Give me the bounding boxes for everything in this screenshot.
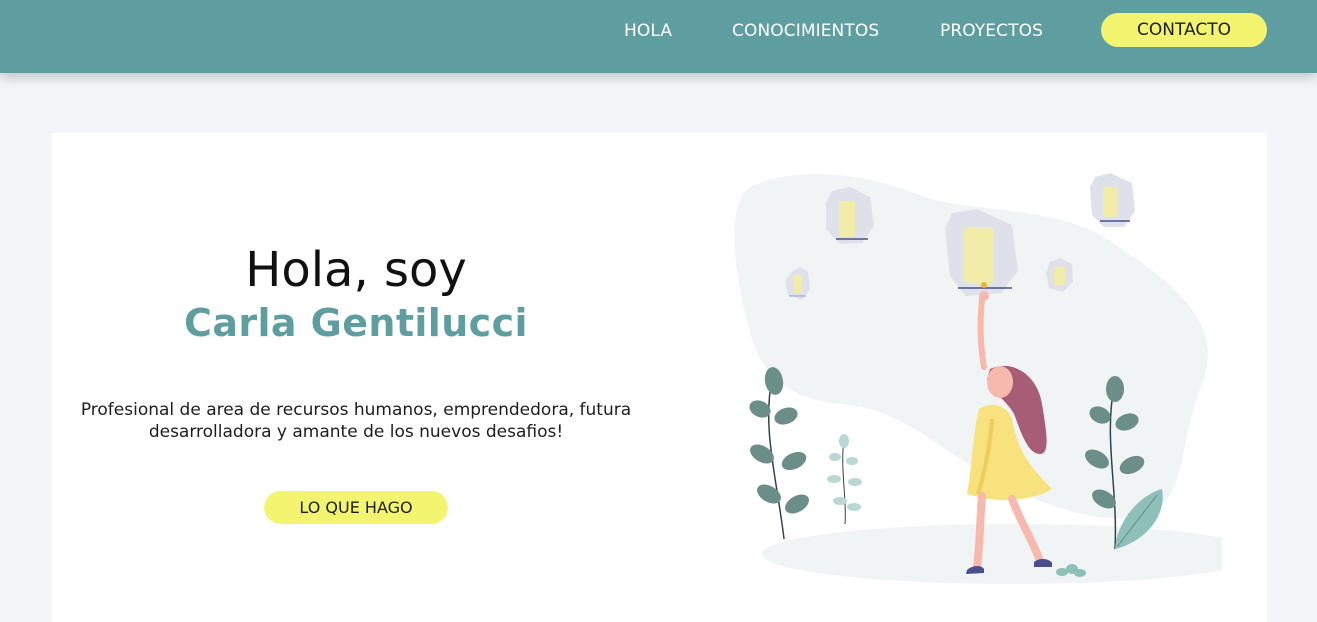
hero-description-line-1: Profesional de area de recursos humanos,…: [80, 400, 632, 420]
hero-text-section: Hola, soy Carla Gentilucci Profesional d…: [52, 133, 660, 622]
hero-card: Hola, soy Carla Gentilucci Profesional d…: [52, 133, 1267, 622]
hero-name: Carla Gentilucci: [184, 301, 528, 345]
woman-with-lanterns-illustration: [722, 169, 1262, 599]
illustration-svg: [734, 173, 1262, 584]
lantern-left: [826, 187, 874, 244]
hero-greeting: Hola, soy: [245, 242, 467, 298]
nav-link-proyectos[interactable]: PROYECTOS: [940, 20, 1043, 42]
top-navbar: HOLA CONOCIMIENTOS PROYECTOS CONTACTO: [0, 0, 1317, 73]
lantern-right: [1090, 173, 1135, 227]
hero-description-line-2: desarrolladora y amante de los nuevos de…: [148, 422, 564, 442]
nav-contact-button[interactable]: CONTACTO: [1101, 13, 1267, 47]
hero-description: Profesional de area de recursos humanos,…: [52, 399, 660, 443]
plant-small-left: [827, 434, 862, 525]
nav-link-hola[interactable]: HOLA: [624, 20, 672, 42]
ground-shadow: [762, 524, 1262, 584]
nav-link-conocimientos[interactable]: CONOCIMIENTOS: [732, 20, 879, 42]
lo-que-hago-button[interactable]: LO QUE HAGO: [264, 491, 448, 524]
